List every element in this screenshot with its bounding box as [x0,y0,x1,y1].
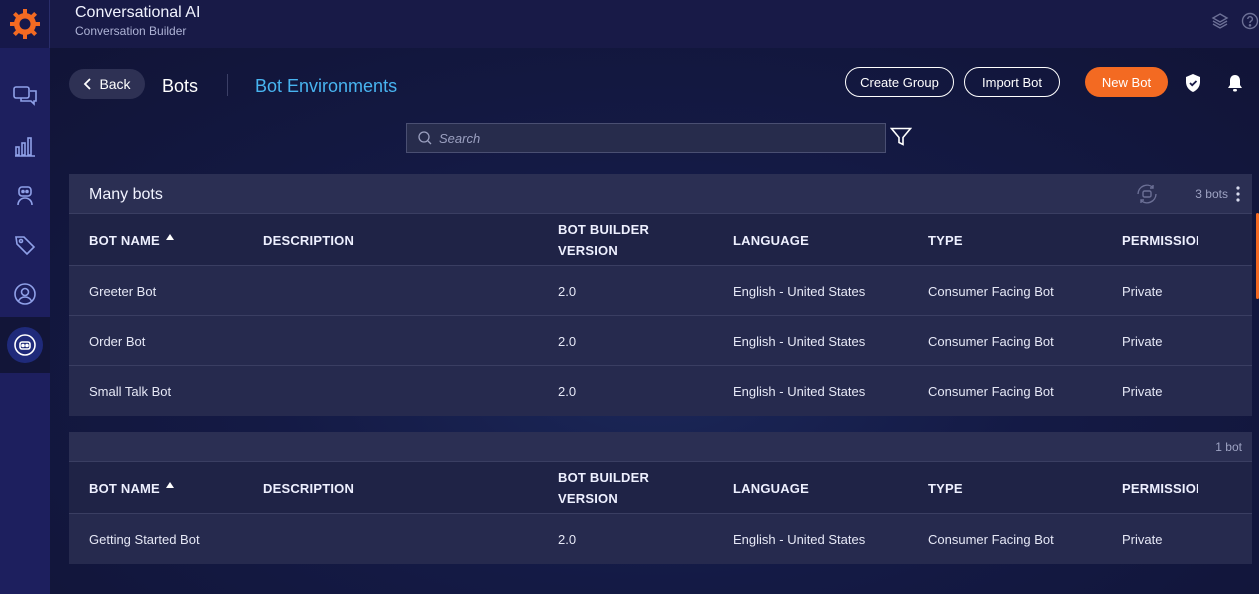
cell-type: Consumer Facing Bot [928,383,1054,399]
import-bot-button[interactable]: Import Bot [964,67,1060,97]
search-box [406,123,886,153]
column-label: BOT NAME [89,480,160,496]
table-row[interactable]: Getting Started Bot 2.0 English - United… [69,514,1252,564]
column-label: BOT BUILDER [558,222,650,237]
column-header-bot-name[interactable]: BOT NAME [89,462,175,514]
cell-version: 2.0 [558,283,577,299]
column-header-type[interactable]: TYPE [928,462,963,514]
column-header-version[interactable]: BOT BUILDER VERSION [558,462,649,514]
cell-bot-name: Order Bot [89,333,146,349]
cell-bot-name: Getting Started Bot [89,531,200,547]
column-header-description[interactable]: DESCRIPTION [263,214,354,266]
column-header-bot-name[interactable]: BOT NAME [89,214,175,266]
table-header: BOT NAME DESCRIPTION BOT BUILDER VERSION … [69,462,1252,514]
table-row[interactable]: Small Talk Bot 2.0 English - United Stat… [69,366,1252,416]
cell-version: 2.0 [558,383,577,399]
analytics-icon[interactable] [0,126,50,166]
column-label: VERSION [558,491,618,506]
back-label: Back [99,76,131,92]
cell-language: English - United States [733,383,866,399]
chevron-left-icon [84,78,92,90]
search-icon [418,131,432,145]
bot-builder-icon[interactable] [0,317,50,373]
column-header-type[interactable]: TYPE [928,214,963,266]
app-title: Conversational AI [75,4,201,21]
app-subtitle: Conversation Builder [75,24,187,38]
tag-icon[interactable] [0,225,50,265]
cell-bot-name: Greeter Bot [89,283,157,299]
cell-language: English - United States [733,333,866,349]
cell-permission: Private [1122,383,1163,399]
bot-group-many-bots: Many bots 3 bots BOT NAME DESCRIPTION BO… [69,174,1252,416]
sort-ascending-icon [165,482,174,488]
cell-bot-name: Small Talk Bot [89,383,172,399]
top-bar: Conversational AI Conversation Builder [50,0,1259,48]
cell-version: 2.0 [558,531,577,547]
cell-permission: Private [1122,333,1163,349]
group-header: Many bots 3 bots [69,174,1252,214]
chat-icon[interactable] [0,75,50,115]
cell-language: English - United States [733,283,866,299]
main-content: Back Bots Bot Environments Create Group … [50,48,1259,594]
bot-agent-icon[interactable] [0,176,50,216]
more-options-icon[interactable] [1236,186,1240,207]
filter-icon[interactable] [889,127,913,152]
left-nav-rail [0,0,50,594]
search-input[interactable] [433,124,885,152]
help-icon[interactable] [1241,12,1259,35]
user-icon[interactable] [0,274,50,314]
new-bot-button[interactable]: New Bot [1085,67,1168,97]
column-header-permission[interactable]: PERMISSION [1122,462,1198,514]
cell-version: 2.0 [558,333,577,349]
column-label: BOT NAME [89,232,160,248]
back-button[interactable]: Back [69,69,145,99]
column-label: VERSION [558,243,618,258]
group-bot-count: 1 bot [1215,440,1242,454]
create-group-button[interactable]: Create Group [845,67,954,97]
table-row[interactable]: Order Bot 2.0 English - United States Co… [69,316,1252,366]
bell-icon[interactable] [1226,73,1244,98]
group-name: Many bots [89,186,163,203]
group-bot-count: 3 bots [1195,187,1228,201]
layers-icon[interactable] [1211,12,1229,35]
cell-type: Consumer Facing Bot [928,333,1054,349]
bot-group-ungrouped: 1 bot BOT NAME DESCRIPTION BOT BUILDER VE… [69,432,1252,564]
table-header: BOT NAME DESCRIPTION BOT BUILDER VERSION … [69,214,1252,266]
group-header: 1 bot [69,432,1252,462]
tab-bot-environments[interactable]: Bot Environments [255,76,397,97]
cell-language: English - United States [733,531,866,547]
sync-bot-icon[interactable] [1134,183,1160,210]
cell-type: Consumer Facing Bot [928,531,1054,547]
table-row[interactable]: Greeter Bot 2.0 English - United States … [69,266,1252,316]
tab-bots[interactable]: Bots [162,76,198,97]
shield-icon[interactable] [1184,73,1202,98]
column-label: BOT BUILDER [558,470,650,485]
cell-type: Consumer Facing Bot [928,283,1054,299]
column-header-version[interactable]: BOT BUILDER VERSION [558,214,649,266]
column-header-language[interactable]: LANGUAGE [733,214,809,266]
logo-gear-icon[interactable] [0,0,50,48]
cell-permission: Private [1122,531,1163,547]
column-header-permission[interactable]: PERMISSION [1122,214,1198,266]
cell-permission: Private [1122,283,1163,299]
nav-divider [227,74,228,96]
sort-ascending-icon [165,234,174,240]
column-header-description[interactable]: DESCRIPTION [263,462,354,514]
column-header-language[interactable]: LANGUAGE [733,462,809,514]
